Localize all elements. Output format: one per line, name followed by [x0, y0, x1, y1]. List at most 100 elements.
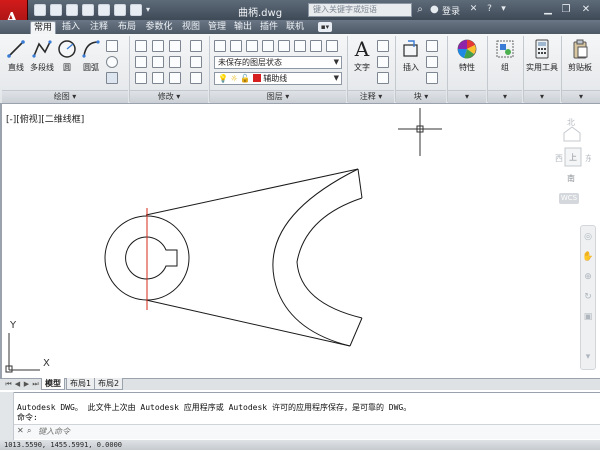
first-layout-icon[interactable]: ⏮: [4, 379, 13, 389]
layer-properties-icon[interactable]: [214, 40, 226, 52]
layer-isolate-icon[interactable]: [278, 40, 290, 52]
tab-layout2[interactable]: 布局2: [94, 378, 124, 390]
tab-online[interactable]: 联机: [282, 21, 308, 34]
create-block-icon[interactable]: [426, 40, 438, 52]
navbar-options-icon[interactable]: ▾: [582, 350, 594, 364]
tab-plugins[interactable]: 插件: [256, 21, 282, 34]
pan-icon[interactable]: ✋: [582, 250, 594, 264]
arc-tool-button[interactable]: 圆弧: [80, 38, 102, 73]
clipboard-button[interactable]: 剪贴板: [562, 38, 598, 73]
tab-insert[interactable]: 插入: [58, 21, 84, 34]
dimension-icon[interactable]: [377, 40, 389, 52]
viewcube-south-label[interactable]: 南: [567, 173, 575, 184]
modify-panel-footer[interactable]: 修改 ▾: [130, 90, 208, 103]
tab-view[interactable]: 视图: [178, 21, 204, 34]
search-icon[interactable]: ⌕: [414, 3, 426, 17]
steering-wheel-icon[interactable]: ◎: [582, 230, 594, 244]
draw-panel-footer[interactable]: 绘图 ▾: [2, 90, 128, 103]
showmotion-icon[interactable]: ▣: [582, 310, 594, 324]
exchange-icon[interactable]: ✕: [468, 4, 479, 15]
restore-window-icon[interactable]: ❐: [558, 3, 574, 16]
line-tool-button[interactable]: 直线: [4, 38, 28, 73]
command-window-grip[interactable]: [0, 392, 14, 440]
close-icon[interactable]: ✕: [17, 426, 25, 436]
save-as-icon[interactable]: [82, 4, 94, 16]
wcs-menu[interactable]: WCS: [559, 193, 579, 204]
annotation-panel-footer[interactable]: 注释 ▾: [348, 90, 394, 103]
undo-icon[interactable]: [114, 4, 126, 16]
stretch-icon[interactable]: [152, 56, 164, 68]
search-input[interactable]: 键入关键字或短语: [308, 3, 412, 17]
layer-off-icon[interactable]: [310, 40, 322, 52]
properties-panel-footer[interactable]: ▾: [448, 90, 486, 103]
next-layout-icon[interactable]: ▶: [22, 379, 31, 389]
insert-block-button[interactable]: 插入: [398, 38, 424, 73]
current-layer-select[interactable]: 💡 ☼ 🔓 辅助线 ▼: [214, 72, 342, 85]
minimize-window-icon[interactable]: ▁: [540, 3, 556, 16]
layer-state-icon[interactable]: [230, 40, 242, 52]
clipboard-panel-footer[interactable]: ▾: [562, 90, 600, 103]
viewcube-home-icon[interactable]: 北: [560, 117, 584, 143]
open-file-icon[interactable]: [50, 4, 62, 16]
circle-tool-button[interactable]: 圆: [56, 38, 78, 73]
tab-model[interactable]: 模型: [41, 378, 65, 390]
properties-button[interactable]: 特性: [450, 38, 484, 73]
tab-manage[interactable]: 管理: [204, 21, 230, 34]
previous-layout-icon[interactable]: ◀: [13, 379, 22, 389]
edit-attributes-icon[interactable]: [426, 72, 438, 84]
mirror-icon[interactable]: [152, 40, 164, 52]
layer-match-icon[interactable]: [246, 40, 258, 52]
layers-panel-footer[interactable]: 图层 ▾: [210, 90, 346, 103]
zoom-extents-icon[interactable]: ⊕: [582, 270, 594, 284]
rectangle-tool-icon[interactable]: [106, 40, 118, 52]
group-panel-footer[interactable]: ▾: [488, 90, 522, 103]
layer-state-select[interactable]: 未保存的图层状态 ▼: [214, 56, 342, 69]
erase-icon[interactable]: [190, 40, 202, 52]
table-icon[interactable]: [377, 72, 389, 84]
edit-block-icon[interactable]: [426, 56, 438, 68]
tab-output[interactable]: 输出: [230, 21, 256, 34]
tab-layout1[interactable]: 布局1: [66, 378, 96, 390]
command-search-icon[interactable]: ⌕: [27, 426, 36, 436]
quick-access-dropdown-icon[interactable]: ▾: [146, 4, 154, 16]
help-dropdown-icon[interactable]: ▾: [498, 4, 509, 15]
login-button[interactable]: 登录: [442, 4, 460, 17]
rotate-icon[interactable]: [135, 56, 147, 68]
close-window-icon[interactable]: ✕: [578, 3, 594, 16]
hatch-tool-icon[interactable]: [106, 72, 118, 84]
help-icon[interactable]: ?: [484, 4, 495, 15]
user-icon[interactable]: ●: [430, 4, 440, 15]
group-button[interactable]: 组: [490, 38, 520, 73]
array-icon[interactable]: [169, 72, 181, 84]
tab-home[interactable]: 常用: [30, 21, 56, 34]
layer-previous-icon[interactable]: [262, 40, 274, 52]
offset-icon[interactable]: [190, 72, 202, 84]
command-input[interactable]: [38, 426, 578, 437]
tab-layout[interactable]: 布局: [114, 21, 140, 34]
utilities-button[interactable]: 实用工具: [524, 38, 560, 73]
utilities-panel-footer[interactable]: ▾: [524, 90, 560, 103]
orbit-icon[interactable]: ↻: [582, 290, 594, 304]
viewcube-face-label[interactable]: 上: [569, 152, 577, 163]
new-file-icon[interactable]: [34, 4, 46, 16]
copy-icon[interactable]: [135, 72, 147, 84]
print-icon[interactable]: [98, 4, 110, 16]
redo-icon[interactable]: [130, 4, 142, 16]
tab-annotate[interactable]: 注释: [86, 21, 112, 34]
scale-icon[interactable]: [152, 72, 164, 84]
last-layout-icon[interactable]: ⏭: [31, 379, 40, 389]
ribbon-minimize-icon[interactable]: ▪▾: [318, 22, 332, 32]
explode-icon[interactable]: [190, 56, 202, 68]
block-panel-footer[interactable]: 块 ▾: [396, 90, 446, 103]
text-tool-button[interactable]: A 文字: [350, 38, 374, 73]
ellipse-tool-icon[interactable]: [106, 56, 118, 68]
polyline-tool-button[interactable]: 多段线: [28, 38, 56, 73]
save-icon[interactable]: [66, 4, 78, 16]
layer-lock-icon[interactable]: [326, 40, 338, 52]
leader-icon[interactable]: [377, 56, 389, 68]
trim-icon[interactable]: [169, 40, 181, 52]
tab-parametric[interactable]: 参数化: [142, 21, 176, 34]
layer-freeze-icon[interactable]: [294, 40, 306, 52]
move-icon[interactable]: [135, 40, 147, 52]
fillet-icon[interactable]: [169, 56, 181, 68]
